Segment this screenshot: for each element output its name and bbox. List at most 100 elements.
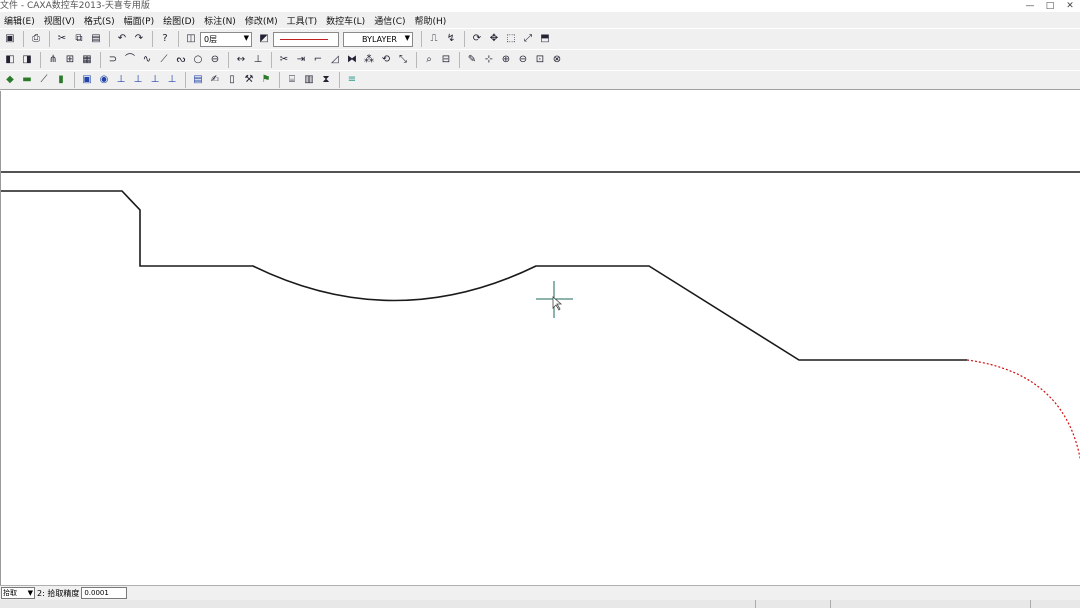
- cnc-tool-icon[interactable]: ⊥: [147, 72, 163, 88]
- command-bar: 拾取 ▼ 2: 拾取精度 0.0001: [0, 585, 1080, 600]
- cnc-tool-icon[interactable]: ⚒: [241, 72, 257, 88]
- menu-draw[interactable]: 绘图(D): [163, 14, 195, 27]
- dimension-tool-icon[interactable]: ↔: [233, 52, 249, 68]
- menu-dimension[interactable]: 标注(N): [204, 14, 236, 27]
- line-tool-icon[interactable]: ⊃: [105, 52, 121, 68]
- cnc-tool-icon[interactable]: ⊥: [130, 72, 146, 88]
- cnc-tool-icon[interactable]: ⟋: [36, 72, 52, 88]
- menu-view[interactable]: 视图(V): [44, 14, 75, 27]
- cut-icon[interactable]: ✂: [54, 31, 70, 47]
- precision-label: 2: 拾取精度: [37, 588, 80, 598]
- curve-tool-icon[interactable]: ᔓ: [173, 52, 189, 68]
- edit-tool-icon[interactable]: ✎: [464, 52, 480, 68]
- color-picker-icon[interactable]: ◩: [256, 31, 272, 47]
- menu-sheet[interactable]: 幅面(P): [124, 14, 154, 27]
- cnc-tool-icon[interactable]: ▯: [224, 72, 240, 88]
- cnc-tool-icon[interactable]: ▣: [79, 72, 95, 88]
- measure-tool-icon[interactable]: ⊟: [438, 52, 454, 68]
- drawing-tool-icon[interactable]: ⋔: [45, 52, 61, 68]
- layer-icon[interactable]: ◫: [183, 31, 199, 47]
- query-tool-icon[interactable]: ⌕: [421, 52, 437, 68]
- cnc-tool-icon[interactable]: ⊥: [164, 72, 180, 88]
- circle-tool-icon[interactable]: ○: [190, 52, 206, 68]
- zoom-all-icon[interactable]: ⊗: [549, 52, 565, 68]
- cnc-tool-icon[interactable]: ⌸: [284, 72, 300, 88]
- save-icon[interactable]: ▣: [2, 31, 18, 47]
- toolbar-separator: [459, 52, 460, 68]
- copy-icon[interactable]: ⧉: [71, 31, 87, 47]
- view-fit-icon[interactable]: ⤢: [520, 31, 536, 47]
- menu-communication[interactable]: 通信(C): [374, 14, 405, 27]
- arc-tool-icon[interactable]: ⌒: [122, 52, 138, 68]
- toolbar-separator: [339, 72, 340, 88]
- view-pan-icon[interactable]: ✥: [486, 31, 502, 47]
- drawing-tool-icon[interactable]: ⊞: [62, 52, 78, 68]
- linetype-swatch-select[interactable]: [273, 31, 339, 47]
- view-redraw-icon[interactable]: ⟳: [469, 31, 485, 47]
- ellipse-tool-icon[interactable]: ⊖: [207, 52, 223, 68]
- extend-tool-icon[interactable]: ⇥: [293, 52, 309, 68]
- menu-format[interactable]: 格式(S): [84, 14, 115, 27]
- snap-tool-icon[interactable]: ⊹: [481, 52, 497, 68]
- minimize-button[interactable]: —: [1020, 0, 1040, 12]
- dimension-tool-icon[interactable]: ⊥: [250, 52, 266, 68]
- drawing-canvas[interactable]: [0, 91, 1080, 585]
- drawing-toolbar: ◧ ◨ ⋔ ⊞ ▦ ⊃ ⌒ ∿ ⟋ ᔓ ○ ⊖ ↔ ⊥ ✂ ⇥ ⌐ ◿ ⧓ ⁂ …: [0, 50, 1080, 70]
- toolbar-separator: [228, 52, 229, 68]
- status-cell: [830, 600, 963, 608]
- view-scale-icon[interactable]: ⬚: [503, 31, 519, 47]
- zoom-window-icon[interactable]: ⊡: [532, 52, 548, 68]
- print-icon[interactable]: ⎙: [28, 31, 44, 47]
- zoom-in-icon[interactable]: ⊕: [498, 52, 514, 68]
- cnc-tool-icon[interactable]: ⚑: [258, 72, 274, 88]
- cnc-tool-icon[interactable]: ◆: [2, 72, 18, 88]
- menu-edit[interactable]: 编辑(E): [4, 14, 35, 27]
- fillet-tool-icon[interactable]: ⌐: [310, 52, 326, 68]
- drawing-tool-icon[interactable]: ◧: [2, 52, 18, 68]
- format-brush-icon[interactable]: ↯: [443, 31, 459, 47]
- menu-help[interactable]: 帮助(H): [415, 14, 447, 27]
- toolbar-separator: [185, 72, 186, 88]
- menu-tools[interactable]: 工具(T): [287, 14, 318, 27]
- zoom-out-icon[interactable]: ⊖: [515, 52, 531, 68]
- mirror-tool-icon[interactable]: ⧓: [344, 52, 360, 68]
- cnc-tool-icon[interactable]: ⧗: [318, 72, 334, 88]
- undo-icon[interactable]: ↶: [114, 31, 130, 47]
- redo-icon[interactable]: ↷: [131, 31, 147, 47]
- help-icon[interactable]: ?: [157, 31, 173, 47]
- cnc-tool-icon[interactable]: ≡: [344, 72, 360, 88]
- cnc-tool-icon[interactable]: ▤: [190, 72, 206, 88]
- menu-modify[interactable]: 修改(M): [245, 14, 278, 27]
- linetype-swatch-line: [280, 38, 328, 40]
- cnc-tool-icon[interactable]: ▥: [301, 72, 317, 88]
- close-button[interactable]: ✕: [1060, 0, 1080, 12]
- paste-icon[interactable]: ▤: [88, 31, 104, 47]
- precision-input[interactable]: 0.0001: [81, 587, 128, 599]
- pick-mode-value: 拾取: [3, 589, 17, 597]
- property-brush-icon[interactable]: ⎍: [426, 31, 442, 47]
- cnc-tool-icon[interactable]: ▬: [19, 72, 35, 88]
- cnc-tool-icon[interactable]: ✍: [207, 72, 223, 88]
- rotate-tool-icon[interactable]: ⟲: [378, 52, 394, 68]
- drawing-tool-icon[interactable]: ◨: [19, 52, 35, 68]
- layer-select[interactable]: 0层 ▼: [200, 31, 252, 47]
- view-window-icon[interactable]: ⬒: [537, 31, 553, 47]
- maximize-button[interactable]: □: [1040, 0, 1060, 12]
- cnc-tool-icon[interactable]: ◉: [96, 72, 112, 88]
- scale-tool-icon[interactable]: ⤡: [395, 52, 411, 68]
- title-bar: 文件 - CAXA数控车2013-天喜专用版 — □ ✕: [0, 0, 1080, 12]
- cnc-tool-icon[interactable]: ⊥: [113, 72, 129, 88]
- menu-cnc-lathe[interactable]: 数控车(L): [326, 14, 365, 27]
- polyline-tool-icon[interactable]: ⟋: [156, 52, 172, 68]
- cnc-tool-icon[interactable]: ▮: [53, 72, 69, 88]
- pick-mode-select[interactable]: 拾取 ▼: [1, 587, 35, 599]
- trim-tool-icon[interactable]: ✂: [276, 52, 292, 68]
- spline-tool-icon[interactable]: ∿: [139, 52, 155, 68]
- chamfer-tool-icon[interactable]: ◿: [327, 52, 343, 68]
- chevron-down-icon: ▼: [27, 589, 33, 597]
- drawing-tool-icon[interactable]: ▦: [79, 52, 95, 68]
- array-tool-icon[interactable]: ⁂: [361, 52, 377, 68]
- status-cell: [755, 600, 828, 608]
- toolbar-separator: [74, 72, 75, 88]
- linetype-select[interactable]: BYLAYER ▼: [343, 31, 413, 47]
